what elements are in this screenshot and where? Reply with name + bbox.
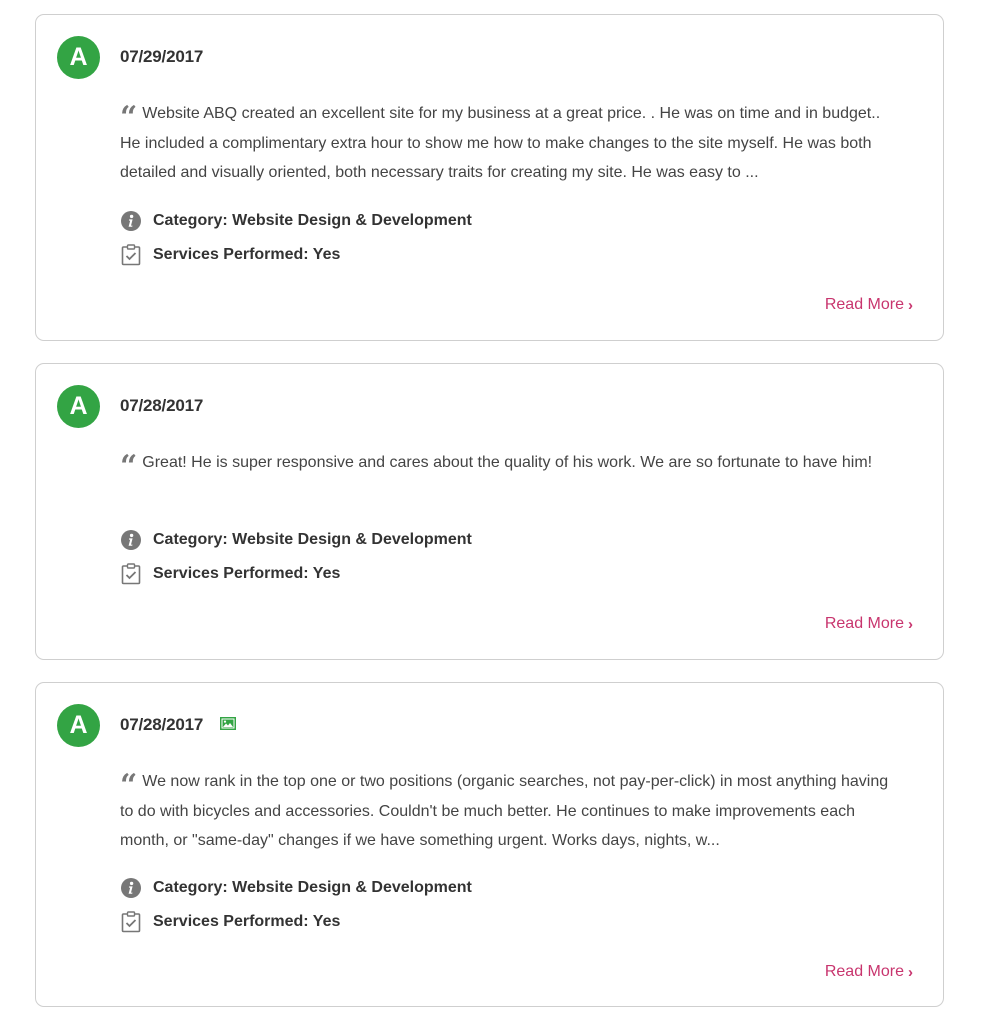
category-row: Category: Website Design & Development [120,877,472,899]
clipboard-check-icon [120,563,142,585]
avatar: A [57,36,100,79]
quote-icon: “ [120,449,137,484]
category-label: Category: Website Design & Development [153,531,472,548]
review-text: “ Great! He is super responsive and cares… [120,448,902,482]
category-row: Category: Website Design & Development [120,529,472,551]
category-label: Category: Website Design & Development [153,212,472,229]
services-row: Services Performed: Yes [120,911,340,933]
review-text-body: We now rank in the top one or two positi… [120,773,889,849]
read-more-label: Read More [824,963,904,980]
clipboard-check-icon [120,244,142,266]
read-more-label: Read More [824,296,904,313]
chevron-right-icon: › [908,963,913,981]
services-label: Services Performed: Yes [153,565,341,582]
read-more-link[interactable]: Read More › [825,963,913,981]
read-more-link[interactable]: Read More › [825,296,913,314]
services-label: Services Performed: Yes [153,913,341,930]
category-row: Category: Website Design & Development [120,210,472,232]
review-card: A 07/28/2017 “ Great! He is super respons… [35,363,944,660]
read-more-label: Read More [824,615,904,632]
info-icon [120,529,142,551]
info-icon [120,210,142,232]
review-card: A 07/29/2017 “Website ABQ created an exc… [35,14,944,341]
quote-icon: “ [120,100,137,135]
category-label: Category: Website Design & Development [153,879,472,896]
review-text-body: Website ABQ created an excellent site fo… [120,105,881,181]
chevron-right-icon: › [908,615,913,633]
info-icon [120,877,142,899]
services-row: Services Performed: Yes [120,563,340,585]
review-text: “We now rank in the top one or two posit… [120,767,902,856]
services-row: Services Performed: Yes [120,244,340,266]
avatar: A [57,385,100,428]
review-text-body: Great! He is super responsive and cares … [142,454,873,471]
review-date: 07/29/2017 [120,47,204,66]
review-date: 07/28/2017 [120,396,204,415]
avatar: A [57,704,100,747]
image-icon[interactable] [220,717,236,730]
read-more-link[interactable]: Read More › [825,615,913,633]
quote-icon: “ [120,768,137,803]
chevron-right-icon: › [908,296,913,314]
review-text: “Website ABQ created an excellent site f… [120,99,902,188]
services-label: Services Performed: Yes [153,246,341,263]
review-date: 07/28/2017 [120,715,204,734]
clipboard-check-icon [120,911,142,933]
review-card: A 07/28/2017 “We now rank in the top one… [35,682,944,1007]
